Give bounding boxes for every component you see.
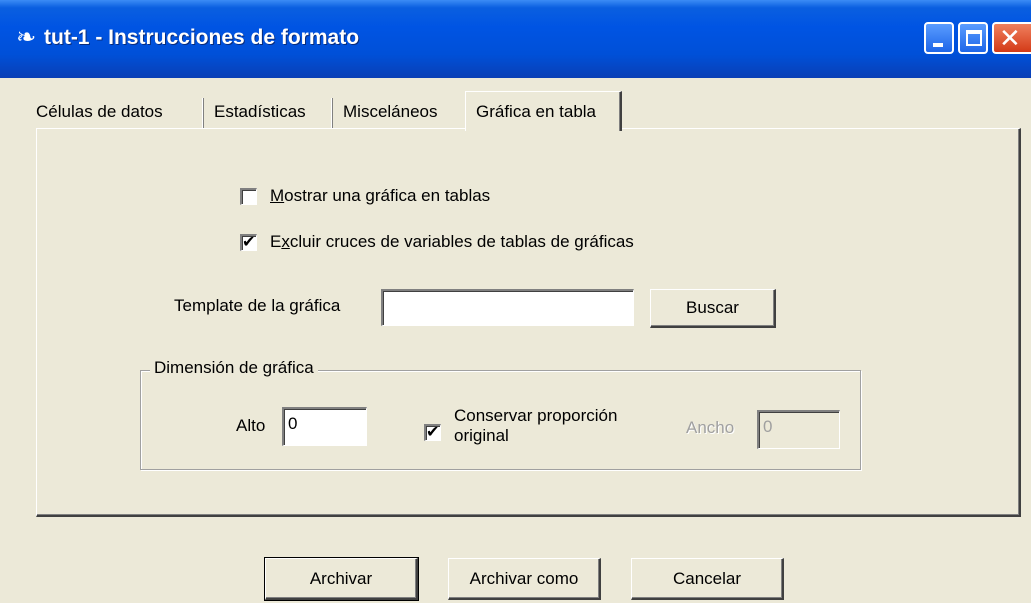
- browse-button-label: Buscar: [686, 298, 739, 317]
- browse-button[interactable]: Buscar: [650, 289, 776, 328]
- cancel-button[interactable]: Cancelar: [631, 558, 784, 600]
- save-as-button[interactable]: Archivar como: [448, 558, 601, 600]
- height-input[interactable]: 0: [282, 407, 367, 446]
- keep-ratio-checkbox[interactable]: ✔: [424, 422, 441, 441]
- width-input[interactable]: 0: [757, 410, 840, 449]
- show-chart-checkbox[interactable]: [240, 188, 257, 205]
- keep-ratio-label-line1: Conservar proporción: [454, 406, 618, 425]
- close-icon: ✕: [999, 23, 1021, 53]
- minimize-button[interactable]: [924, 22, 954, 54]
- cancel-button-label: Cancelar: [672, 569, 742, 588]
- tab-data-cells[interactable]: Células de datos: [30, 98, 169, 128]
- title-bar[interactable]: ❧ tut-1 - Instrucciones de formato ✕: [0, 0, 1031, 78]
- close-button[interactable]: ✕: [992, 22, 1031, 54]
- maximize-button[interactable]: [958, 22, 988, 54]
- tab-label: Misceláneos: [343, 102, 438, 121]
- check-mark-icon: ✔: [242, 232, 256, 251]
- template-label: Template de la gráfica: [174, 296, 341, 315]
- keep-ratio-label-line2: original: [454, 426, 509, 445]
- tab-label: Estadísticas: [214, 102, 306, 121]
- exclude-crosses-label-rest: cluir cruces de variables de tablas de g…: [289, 232, 634, 251]
- keep-ratio-label[interactable]: Conservar proporción original: [454, 406, 617, 446]
- exclude-crosses-checkbox[interactable]: ✔: [240, 232, 257, 251]
- height-label: Alto: [236, 416, 266, 435]
- window-title: tut-1 - Instrucciones de formato: [44, 26, 360, 49]
- tab-miscellaneous[interactable]: Misceláneos: [337, 98, 444, 128]
- exclude-crosses-label[interactable]: Excluir cruces de variables de tablas de…: [270, 232, 634, 252]
- save-as-button-label: Archivar como: [469, 569, 579, 588]
- check-mark-icon: ✔: [426, 422, 440, 441]
- show-chart-label[interactable]: Mostrar una gráfica en tablas: [270, 186, 490, 206]
- show-chart-label-text: ostrar una gráfica en tablas: [284, 186, 491, 205]
- tab-chart-in-table[interactable]: Gráfica en tabla: [465, 91, 622, 131]
- exclude-crosses-label-first: E: [270, 232, 282, 251]
- save-button-label: Archivar: [309, 569, 373, 588]
- tab-divider: [331, 98, 333, 128]
- minimize-icon: [933, 43, 943, 47]
- tab-label: Gráfica en tabla: [476, 102, 597, 121]
- app-icon[interactable]: ❧: [14, 22, 38, 52]
- tab-statistics[interactable]: Estadísticas: [208, 98, 312, 128]
- maximize-icon: [966, 30, 982, 46]
- save-button[interactable]: Archivar: [264, 557, 419, 601]
- tab-divider: [202, 98, 204, 128]
- template-input[interactable]: [381, 289, 634, 326]
- group-title: Dimensión de gráfica: [150, 358, 318, 378]
- width-label: Ancho: [686, 418, 735, 437]
- tab-label: Células de datos: [36, 102, 163, 121]
